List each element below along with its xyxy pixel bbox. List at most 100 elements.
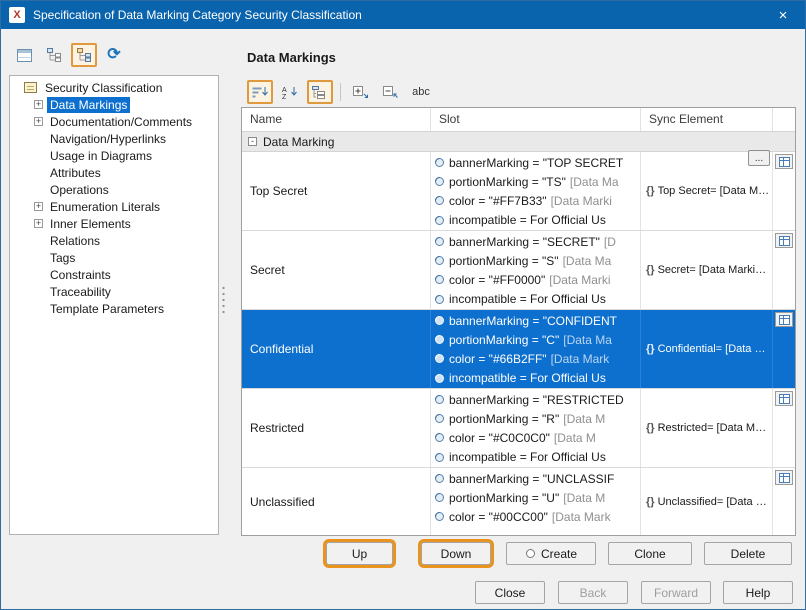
- edit-cell-button[interactable]: [775, 154, 793, 169]
- tree-item-label: Documentation/Comments: [47, 114, 195, 130]
- slot-meta: [Data Marki: [549, 273, 610, 287]
- slot-line[interactable]: portionMarking = "U"[Data M: [431, 488, 640, 507]
- slot-icon: [434, 315, 445, 326]
- titlebar[interactable]: X Specification of Data Marking Category…: [1, 1, 805, 29]
- app-icon: X: [9, 7, 25, 23]
- sidebar-item-inner-elements[interactable]: Inner Elements: [10, 215, 218, 232]
- slot-line[interactable]: bannerMarking = "RESTRICTED: [431, 390, 640, 409]
- edit-cell-button[interactable]: [775, 470, 793, 485]
- browse-button[interactable]: ...: [748, 150, 770, 166]
- slot-meta: [D: [604, 235, 616, 249]
- slot-line[interactable]: incompatible = For Official Us: [431, 448, 640, 467]
- slot-line[interactable]: portionMarking = "C"[Data Ma: [431, 330, 640, 349]
- slot-line[interactable]: color = "#FF7B33"[Data Marki: [431, 191, 640, 210]
- properties-view-icon[interactable]: [11, 43, 37, 67]
- row-name: Unclassified: [250, 495, 315, 509]
- sidebar-item-documentation-comments[interactable]: Documentation/Comments: [10, 113, 218, 130]
- expand-all-icon[interactable]: [348, 80, 374, 104]
- slot-line[interactable]: incompatible = For Official Us: [431, 290, 640, 309]
- specification-tree: Security Classification Data Markings Do…: [9, 75, 219, 535]
- collapse-group-icon[interactable]: [248, 137, 257, 146]
- column-header-sync-element[interactable]: Sync Element: [641, 108, 773, 131]
- slot-meta: [Data Ma: [563, 333, 612, 347]
- refresh-icon[interactable]: ⟳: [101, 43, 127, 67]
- slot-icon: [434, 255, 445, 266]
- sidebar-item-attributes[interactable]: Attributes: [10, 164, 218, 181]
- slot-line[interactable]: color = "#00CC00"[Data Mark: [431, 507, 640, 526]
- table-row-confidential[interactable]: Confidential bannerMarking = "CONFIDENT …: [242, 310, 795, 389]
- collapse-all-icon[interactable]: [378, 80, 404, 104]
- expand-icon[interactable]: [34, 202, 43, 211]
- sidebar-item-usage-in-diagrams[interactable]: Usage in Diagrams: [10, 147, 218, 164]
- tree-item-label: Constraints: [47, 267, 114, 283]
- expand-icon[interactable]: [34, 100, 43, 109]
- slot-icon: [434, 195, 445, 206]
- sidebar-item-enumeration-literals[interactable]: Enumeration Literals: [10, 198, 218, 215]
- slot-text: bannerMarking = "CONFIDENT: [449, 314, 617, 328]
- create-button[interactable]: Create: [506, 542, 596, 565]
- expand-icon[interactable]: [34, 219, 43, 228]
- sync-element-icon: {}: [646, 496, 655, 508]
- column-header-name[interactable]: Name: [242, 108, 431, 131]
- edit-cell-button[interactable]: [775, 391, 793, 406]
- slot-line[interactable]: color = "#C0C0C0"[Data M: [431, 428, 640, 447]
- slot-icon: [434, 353, 445, 364]
- slot-line[interactable]: color = "#FF0000"[Data Marki: [431, 270, 640, 289]
- sidebar-item-tags[interactable]: Tags: [10, 249, 218, 266]
- containment-tree-icon[interactable]: [41, 43, 67, 67]
- slot-line[interactable]: portionMarking = "R"[Data M: [431, 409, 640, 428]
- tree-item-label: Tags: [47, 250, 78, 266]
- slot-icon: [434, 373, 445, 384]
- sidebar-item-relations[interactable]: Relations: [10, 232, 218, 249]
- slot-text: bannerMarking = "TOP SECRET: [449, 156, 623, 170]
- group-by-icon[interactable]: [307, 80, 333, 104]
- slot-line[interactable]: portionMarking = "S"[Data Ma: [431, 251, 640, 270]
- up-button[interactable]: Up: [326, 542, 393, 565]
- sync-element-text: Unclassified= [Data Marking...: [658, 496, 772, 508]
- sync-element-text: Top Secret= [Data Markin...: [658, 185, 772, 197]
- slot-line[interactable]: bannerMarking = "TOP SECRET: [431, 153, 640, 172]
- slot-line[interactable]: incompatible = For Official Us: [431, 369, 640, 388]
- edit-cell-button[interactable]: [775, 233, 793, 248]
- slot-meta: [Data M: [554, 431, 596, 445]
- sort-alphabetical-icon[interactable]: AZ: [277, 80, 303, 104]
- close-button[interactable]: Close: [475, 581, 545, 604]
- slot-line[interactable]: bannerMarking = "CONFIDENT: [431, 311, 640, 330]
- edit-cell-button[interactable]: [775, 312, 793, 327]
- splitter-handle[interactable]: [221, 285, 226, 313]
- sync-element-icon: {}: [646, 343, 655, 355]
- sort-filter-icon[interactable]: [247, 80, 273, 104]
- close-icon[interactable]: ×: [761, 1, 805, 29]
- sidebar-item-data-markings[interactable]: Data Markings: [10, 96, 218, 113]
- table-row-restricted[interactable]: Restricted bannerMarking = "RESTRICTED p…: [242, 389, 795, 468]
- delete-button[interactable]: Delete: [704, 542, 792, 565]
- row-name: Secret: [250, 263, 285, 277]
- slot-line[interactable]: bannerMarking = "SECRET" [D: [431, 232, 640, 251]
- down-button[interactable]: Down: [421, 542, 491, 565]
- sidebar-item-constraints[interactable]: Constraints: [10, 266, 218, 283]
- create-button-label: Create: [541, 547, 577, 561]
- slot-line[interactable]: incompatible = For Official Us: [431, 211, 640, 230]
- sidebar-item-traceability[interactable]: Traceability: [10, 283, 218, 300]
- column-header-slot[interactable]: Slot: [431, 108, 641, 131]
- group-row-data-marking[interactable]: Data Marking: [242, 132, 795, 152]
- expand-icon[interactable]: [34, 117, 43, 126]
- sidebar-item-navigation-hyperlinks[interactable]: Navigation/Hyperlinks: [10, 130, 218, 147]
- slot-icon: [434, 473, 445, 484]
- table-row-unclassified[interactable]: Unclassified bannerMarking = "UNCLASSIF …: [242, 468, 795, 536]
- tree-view-icon[interactable]: [71, 43, 97, 67]
- slot-line[interactable]: bannerMarking = "UNCLASSIF: [431, 469, 640, 488]
- slot-line[interactable]: color = "#66B2FF"[Data Mark: [431, 349, 640, 368]
- slot-text: bannerMarking = "SECRET": [449, 235, 600, 249]
- slot-text: portionMarking = "U": [449, 491, 559, 505]
- help-button[interactable]: Help: [723, 581, 793, 604]
- clone-button[interactable]: Clone: [608, 542, 692, 565]
- slot-line[interactable]: portionMarking = "TS"[Data Ma: [431, 172, 640, 191]
- abc-icon[interactable]: abc: [408, 80, 434, 104]
- table-row-top-secret[interactable]: Top Secret bannerMarking = "TOP SECRET p…: [242, 152, 795, 231]
- tree-root[interactable]: Security Classification: [10, 79, 218, 96]
- slot-icon: [434, 157, 445, 168]
- table-row-secret[interactable]: Secret bannerMarking = "SECRET" [D portio…: [242, 231, 795, 310]
- sidebar-item-template-parameters[interactable]: Template Parameters: [10, 300, 218, 317]
- sidebar-item-operations[interactable]: Operations: [10, 181, 218, 198]
